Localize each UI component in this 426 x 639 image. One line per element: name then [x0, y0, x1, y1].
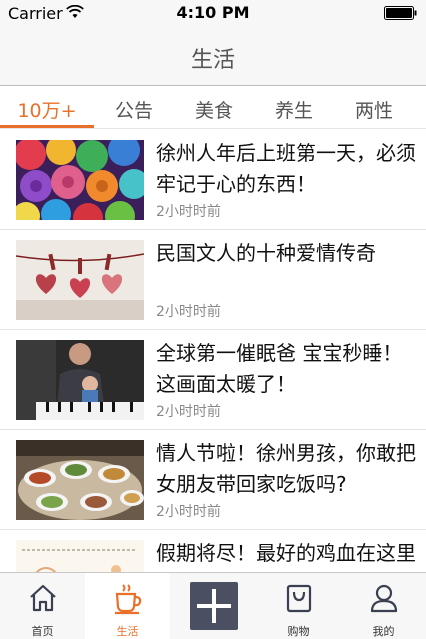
list-item[interactable]: 情人节啦！徐州男孩，你敢把女朋友带回家吃饭吗? 2小时时前: [0, 430, 426, 530]
active-tab-indicator: [0, 125, 94, 128]
tab-food[interactable]: 美食: [174, 96, 254, 123]
article-time: 2小时时前: [156, 504, 221, 520]
battery-icon: [384, 6, 417, 20]
tabbar-life-label: 生活: [116, 625, 139, 638]
article-list: 徐州人年后上班第一天，必须牢记于心的东西！ 2小时时前 民国文人的十种爱情传奇 …: [0, 130, 426, 572]
coffee-cup-icon: [114, 584, 141, 615]
clock: 4:10 PM: [176, 3, 250, 22]
article-thumbnail: [16, 540, 144, 572]
article-title: 情人节啦！徐州男孩，你敢把女朋友带回家吃饭吗?: [156, 441, 416, 496]
article-title: 民国文人的十种爱情传奇: [156, 241, 376, 265]
list-item[interactable]: 徐州人年后上班第一天，必须牢记于心的东西！ 2小时时前: [0, 130, 426, 230]
tabbar-home-label: 首页: [31, 625, 54, 638]
tab-health[interactable]: 养生: [254, 96, 334, 123]
navigation-bar: 生活: [0, 28, 426, 86]
page-title: 生活: [190, 48, 235, 73]
article-thumbnail: [16, 340, 144, 420]
tabbar-mine[interactable]: 我的: [341, 573, 426, 639]
tab-10w-plus[interactable]: 10万+: [7, 96, 87, 123]
article-title: 徐州人年后上班第一天，必须牢记于心的东西！: [156, 141, 416, 196]
tabbar-shopping[interactable]: 购物: [256, 573, 341, 639]
article-thumbnail: [16, 240, 144, 320]
list-item[interactable]: 全球第一催眠爸 宝宝秒睡！这画面太暖了！ 2小时时前: [0, 330, 426, 430]
article-time: 2小时时前: [156, 404, 221, 420]
tab-announcements[interactable]: 公告: [94, 96, 174, 123]
tabbar-mine-label: 我的: [372, 625, 395, 638]
article-title: 全球第一催眠爸 宝宝秒睡！这画面太暖了！: [156, 341, 403, 396]
article-title: 假期将尽！最好的鸡血在这里: [156, 541, 416, 565]
tab-relationships[interactable]: 两性: [334, 96, 414, 123]
tabbar-home[interactable]: 首页: [0, 573, 85, 639]
shopping-bag-icon: [286, 584, 311, 613]
list-item[interactable]: 民国文人的十种爱情传奇 2小时时前: [0, 230, 426, 330]
status-bar: Carrier 4:10 PM: [0, 0, 426, 28]
home-icon: [29, 584, 56, 612]
article-time: 2小时时前: [156, 304, 221, 320]
category-tabs: 10万+ 公告 美食 养生 两性: [0, 87, 426, 129]
tabbar-shopping-label: 购物: [287, 625, 310, 638]
bottom-tab-bar: 首页 生活 购物 我的: [0, 572, 426, 639]
list-item[interactable]: 假期将尽！最好的鸡血在这里: [0, 530, 426, 572]
article-thumbnail: [16, 440, 144, 520]
person-icon: [370, 584, 397, 613]
plus-icon[interactable]: [190, 582, 238, 630]
tabbar-life[interactable]: 生活: [85, 573, 170, 639]
article-thumbnail: [16, 140, 144, 220]
article-time: 2小时时前: [156, 204, 221, 220]
